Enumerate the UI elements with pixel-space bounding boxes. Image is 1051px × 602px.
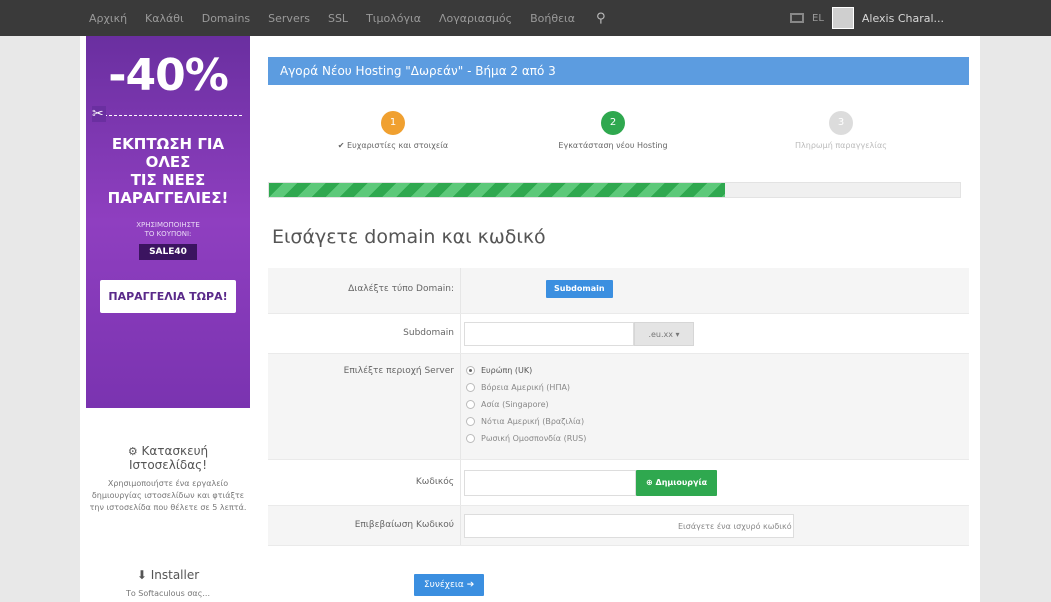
server-option[interactable]: Ασία (Singapore) bbox=[466, 396, 586, 413]
step-wizard: 1 ✔ Ευχαριστίες και στοιχεία 2 Εγκατάστα… bbox=[268, 85, 969, 195]
promo-headline-line: ΟΛΕΣ bbox=[145, 153, 191, 171]
confirm-label: Επιβεβαίωση Κωδικού bbox=[354, 520, 454, 530]
generate-password-button[interactable]: ⊕ Δημιουργία bbox=[636, 470, 718, 496]
step-circle: 2 bbox=[601, 111, 625, 135]
promo-note-line: ΤΟ ΚΟΥΠΟΝΙ: bbox=[144, 230, 192, 238]
radio-icon bbox=[466, 400, 475, 409]
radio-icon bbox=[466, 383, 475, 392]
promo-headline-line: ΤΙΣ ΝΕΕΣ bbox=[130, 171, 206, 189]
server-option[interactable]: Ρωσική Ομοσπονδία (RUS) bbox=[466, 430, 586, 447]
plus-circle-icon: ⊕ bbox=[646, 478, 653, 487]
server-label: Επιλέξτε περιοχή Server bbox=[343, 366, 454, 376]
step-3: 3 Πληρωμή παραγγελίας bbox=[736, 111, 946, 150]
server-option-label: Ευρώπη (UK) bbox=[481, 366, 533, 375]
nav-item-servers[interactable]: Servers bbox=[259, 12, 319, 25]
tld-dropdown[interactable]: .eu.xx ▾ bbox=[634, 322, 694, 346]
installer-widget[interactable]: ⬇ Installer Το Softaculous σας... bbox=[86, 568, 250, 600]
nav-item-home[interactable]: Αρχική bbox=[80, 12, 136, 25]
nav-item-domains[interactable]: Domains bbox=[193, 12, 259, 25]
order-now-button[interactable]: ΠΑΡΑΓΓΕΛΙΑ ΤΩΡΑ! bbox=[100, 280, 236, 313]
language-selector[interactable]: EL bbox=[812, 13, 824, 24]
nav-item-account[interactable]: Λογαριασμός bbox=[430, 12, 521, 25]
nav-menu: Αρχική Καλάθι Domains Servers SSL Τιμολό… bbox=[80, 0, 618, 36]
nav-item-help[interactable]: Βοήθεια bbox=[521, 12, 584, 25]
nav-item-invoices[interactable]: Τιμολόγια bbox=[357, 12, 430, 25]
site-builder-title-line: Ιστοσελίδας! bbox=[128, 458, 208, 472]
download-icon: ⬇ bbox=[136, 568, 147, 582]
scissors-icon: ✂ bbox=[92, 106, 106, 122]
search-icon[interactable]: ⚲ bbox=[584, 11, 618, 26]
form-row-server: Επιλέξτε περιοχή Server Ευρώπη (UK) Βόρε… bbox=[268, 354, 969, 460]
server-radio-group: Ευρώπη (UK) Βόρεια Αμερική (ΗΠΑ) Ασία (S… bbox=[466, 362, 586, 447]
mail-icon[interactable] bbox=[790, 13, 804, 23]
promo-note: ΧΡΗΣΙΜΟΠΟΙΗΣΤΕ ΤΟ ΚΟΥΠΟΝΙ: bbox=[86, 221, 250, 239]
avatar[interactable] bbox=[831, 7, 854, 29]
progress-fill bbox=[269, 183, 726, 197]
promo-headline-line: ΕΚΠΤΩΣΗ ΓΙΑ bbox=[111, 135, 225, 153]
nav-item-ssl[interactable]: SSL bbox=[319, 12, 357, 25]
row-divider bbox=[460, 460, 461, 505]
site-builder-widget[interactable]: ⚙ Κατασκευή Ιστοσελίδας! Χρησιμοποιήστε … bbox=[86, 444, 250, 514]
confirm-hint: Εισάγετε ένα ισχυρό κωδικό bbox=[678, 522, 792, 531]
continue-button[interactable]: Συνέχεια ➔ bbox=[414, 574, 485, 596]
user-menu[interactable]: Alexis Charal... bbox=[862, 12, 944, 25]
radio-icon bbox=[466, 417, 475, 426]
row-divider bbox=[460, 314, 461, 353]
server-option[interactable]: Βόρεια Αμερική (ΗΠΑ) bbox=[466, 379, 586, 396]
row-divider bbox=[460, 268, 461, 313]
promo-discount: -40% bbox=[108, 50, 229, 101]
step-circle: 1 bbox=[381, 111, 405, 135]
subdomain-input[interactable] bbox=[464, 322, 634, 346]
radio-icon bbox=[466, 434, 475, 443]
progress-bar bbox=[268, 182, 961, 198]
subdomain-label: Subdomain bbox=[403, 328, 454, 338]
site-builder-title-line: Κατασκευή bbox=[141, 444, 209, 458]
form-row-confirm: Επιβεβαίωση Κωδικού Εισάγετε ένα ισχυρό … bbox=[268, 506, 969, 546]
server-option-label: Ρωσική Ομοσπονδία (RUS) bbox=[481, 434, 587, 443]
password-label: Κωδικός bbox=[415, 477, 454, 487]
installer-desc: Το Softaculous σας... bbox=[125, 589, 211, 598]
promo-headline: ΕΚΠΤΩΣΗ ΓΙΑ ΟΛΕΣ ΤΙΣ ΝΕΕΣ ΠΑΡΑΓΓΕΛΙΕΣ! bbox=[86, 125, 250, 207]
step-circle: 3 bbox=[829, 111, 853, 135]
row-divider bbox=[460, 354, 461, 459]
form-row-domain-type: Διαλέξτε τύπο Domain: Subdomain bbox=[268, 268, 969, 314]
dashed-line bbox=[94, 115, 242, 116]
server-option[interactable]: Ευρώπη (UK) bbox=[466, 362, 586, 379]
page-title: Αγορά Νέου Hosting "Δωρεάν" - Βήμα 2 από… bbox=[268, 57, 969, 85]
radio-icon bbox=[466, 366, 475, 375]
step-label: Εγκατάσταση νέου Hosting bbox=[558, 141, 668, 150]
promo-note-line: ΧΡΗΣΙΜΟΠΟΙΗΣΤΕ bbox=[136, 221, 200, 229]
top-navbar: Αρχική Καλάθι Domains Servers SSL Τιμολό… bbox=[0, 0, 1051, 36]
server-option[interactable]: Νότια Αμερική (Βραζιλία) bbox=[466, 413, 586, 430]
nav-item-cart[interactable]: Καλάθι bbox=[136, 12, 193, 25]
server-option-label: Νότια Αμερική (Βραζιλία) bbox=[481, 417, 585, 426]
step-label: ✔ Ευχαριστίες και στοιχεία bbox=[337, 141, 449, 150]
form-title: Εισάγετε domain και κωδικό bbox=[272, 226, 546, 248]
form-row-subdomain: Subdomain .eu.xx ▾ bbox=[268, 314, 969, 354]
gears-icon: ⚙ bbox=[127, 445, 138, 458]
promo-cut-line: ✂ bbox=[86, 106, 250, 122]
domain-type-input bbox=[468, 279, 538, 299]
installer-title-text: Installer bbox=[150, 568, 200, 582]
site-builder-desc: Χρησιμοποιήστε ένα εργαλείο δημιουργίας … bbox=[89, 479, 247, 512]
server-option-label: Ασία (Singapore) bbox=[481, 400, 549, 409]
server-option-label: Βόρεια Αμερική (ΗΠΑ) bbox=[481, 383, 571, 392]
domain-type-label: Διαλέξτε τύπο Domain: bbox=[348, 284, 454, 294]
subdomain-button[interactable]: Subdomain bbox=[546, 280, 613, 298]
promo-headline-line: ΠΑΡΑΓΓΕΛΙΕΣ! bbox=[107, 189, 229, 207]
generate-password-label: Δημιουργία bbox=[655, 478, 708, 487]
form-row-password: Κωδικός ⊕ Δημιουργία bbox=[268, 460, 969, 506]
row-divider bbox=[460, 506, 461, 545]
step-1: 1 ✔ Ευχαριστίες και στοιχεία bbox=[288, 111, 498, 150]
step-2: 2 Εγκατάσταση νέου Hosting bbox=[508, 111, 718, 150]
installer-title: ⬇ Installer bbox=[86, 568, 250, 582]
hosting-form: Διαλέξτε τύπο Domain: Subdomain Subdomai… bbox=[268, 268, 969, 546]
password-input[interactable] bbox=[464, 470, 636, 496]
nav-right: EL Alexis Charal... bbox=[790, 0, 944, 36]
promo-banner[interactable]: -40% ✂ ΕΚΠΤΩΣΗ ΓΙΑ ΟΛΕΣ ΤΙΣ ΝΕΕΣ ΠΑΡΑΓΓΕ… bbox=[86, 36, 250, 408]
step-label: Πληρωμή παραγγελίας bbox=[795, 141, 887, 150]
coupon-code: SALE40 bbox=[139, 244, 197, 260]
site-builder-title: ⚙ Κατασκευή Ιστοσελίδας! bbox=[86, 444, 250, 472]
